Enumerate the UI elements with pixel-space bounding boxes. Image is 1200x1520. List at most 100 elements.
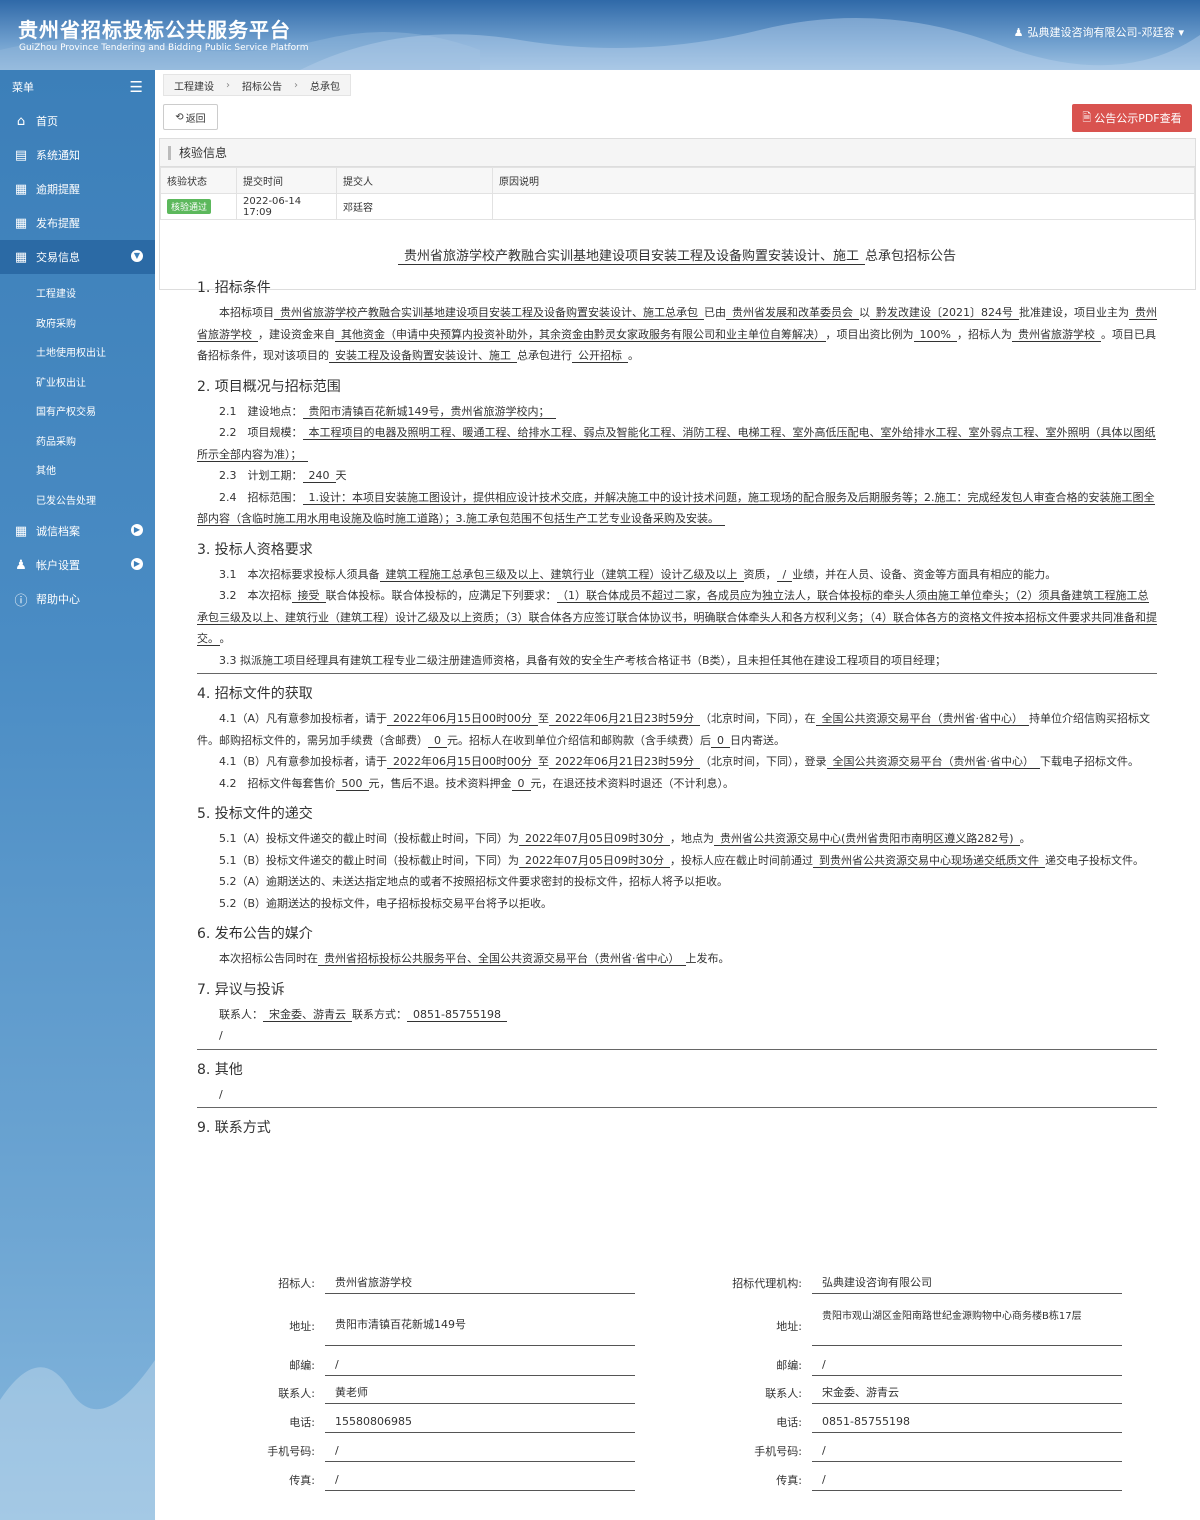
filled-value: 本工程项目的电器及照明工程、暖通工程、给排水工程、弱点及智能化工程、消防工程、电… bbox=[197, 426, 1156, 462]
breadcrumb-item[interactable]: 工程建设 bbox=[164, 78, 224, 93]
pdf-view-button[interactable]: 🗎 公告公示PDF查看 bbox=[1072, 104, 1192, 132]
filled-value: 2022年06月15日00时00分 bbox=[387, 712, 539, 726]
text-segment: 元，在退还技术资料时退还（不计利息）。 bbox=[530, 776, 735, 790]
breadcrumb-item[interactable]: 招标公告 bbox=[232, 78, 292, 93]
contact-label: 电话: bbox=[289, 1416, 315, 1429]
contact-value: / bbox=[812, 1354, 1122, 1376]
section-heading: 5. 投标文件的递交 bbox=[197, 806, 313, 822]
subitem-other[interactable]: 其他 bbox=[0, 455, 155, 485]
sidebar-item-home[interactable]: ⌂ 首页 bbox=[0, 104, 155, 138]
sidebar-item-account-settings[interactable]: ♟ 帐户设置 ▶ bbox=[0, 548, 155, 582]
contact-label: 联系人: bbox=[765, 1387, 802, 1400]
top-header: 贵州省招标投标公共服务平台 GuiZhou Province Tendering… bbox=[0, 0, 1200, 70]
filled-value: 全国公共资源交易平台（贵州省·省中心） bbox=[815, 712, 1029, 726]
contact-value: 宋金委、游青云 bbox=[812, 1382, 1122, 1404]
text-segment: ，地点为 bbox=[670, 832, 715, 845]
subitem-engineering[interactable]: 工程建设 bbox=[0, 278, 155, 308]
sidebar-item-label: 帮助中心 bbox=[36, 593, 80, 606]
filled-value: 安装工程及设备购置安装设计、施工 bbox=[329, 349, 517, 363]
sidebar-item-label: 系统通知 bbox=[36, 149, 80, 162]
user-menu[interactable]: ♟ 弘典建设咨询有限公司-邓廷容 ▾ bbox=[1014, 24, 1184, 40]
filled-value: 公开招标 bbox=[572, 349, 628, 363]
text-segment: 。 bbox=[219, 632, 231, 645]
text-segment: ，建设资金来自 bbox=[258, 327, 335, 341]
section-heading: 4. 招标文件的获取 bbox=[197, 686, 313, 702]
sidebar-landscape-decoration bbox=[0, 1360, 155, 1520]
text-segment: 2.1 建设地点： bbox=[219, 404, 303, 418]
contact-row: 地址: 贵阳市观山湖区金阳南路世纪金源购物中心商务楼B栋17层 bbox=[712, 1306, 1122, 1346]
filled-value: 240 bbox=[302, 469, 336, 483]
subitem-mining-rights[interactable]: 矿业权出让 bbox=[0, 367, 155, 397]
contact-label: 邮编: bbox=[289, 1359, 315, 1372]
contact-label: 地址: bbox=[776, 1320, 802, 1333]
sidebar-item-label: 帐户设置 bbox=[36, 559, 80, 572]
text-segment: 元，售后不退。技术资料押金 bbox=[368, 776, 512, 790]
contact-value: / bbox=[325, 1440, 635, 1462]
text-segment: 5.1（B）投标文件递交的截止时间（投标截止时间，下同）为 bbox=[219, 853, 520, 867]
subitem-state-property[interactable]: 国有产权交易 bbox=[0, 396, 155, 426]
breadcrumb-item[interactable]: 总承包 bbox=[300, 78, 350, 93]
contact-label: 招标代理机构: bbox=[732, 1277, 802, 1290]
filled-value: 接受 bbox=[291, 589, 326, 603]
sidebar-item-label: 首页 bbox=[36, 115, 58, 128]
contact-row: 传真: / bbox=[712, 1469, 1122, 1491]
notice-document: 贵州省旅游学校产教融合实训基地建设项目安装工程及设备购置安装设计、施工 总承包招标… bbox=[197, 246, 1157, 1142]
contact-label: 邮编: bbox=[776, 1359, 802, 1372]
section-paragraph: / bbox=[219, 1087, 223, 1101]
text-segment: 。 bbox=[628, 349, 639, 362]
filled-value: 贵阳市清镇百花新城149号，贵州省旅游学校内； bbox=[302, 404, 556, 419]
user-icon: ♟ bbox=[1013, 25, 1024, 39]
section-paragraph: 联系人： 宋金委、游青云 联系方式： 0851-85755198 bbox=[197, 1004, 1157, 1026]
section-heading: 2. 项目概况与招标范围 bbox=[197, 378, 341, 395]
text-segment: 至 bbox=[538, 755, 550, 768]
text-segment: （北京时间，下同），在 bbox=[700, 712, 816, 725]
sidebar-item-overdue[interactable]: ▦ 逾期提醒 bbox=[0, 172, 155, 206]
contact-row: 招标人: 贵州省旅游学校 bbox=[247, 1272, 635, 1294]
subitem-gov-procurement[interactable]: 政府采购 bbox=[0, 308, 155, 338]
chevron-right-icon: › bbox=[226, 79, 230, 91]
text-segment: 。 bbox=[1019, 832, 1031, 845]
col-time: 提交时间 bbox=[236, 167, 337, 194]
site-subtitle: GuiZhou Province Tendering and Bidding P… bbox=[19, 43, 309, 53]
text-segment: 上发布。 bbox=[685, 952, 730, 965]
sidebar-item-publish-reminder[interactable]: ▦ 发布提醒 bbox=[0, 206, 155, 240]
filled-value: 2022年06月21日23时59分 bbox=[549, 712, 700, 726]
subitem-drug-procurement[interactable]: 药品采购 bbox=[0, 426, 155, 456]
filled-value: 2022年07月05日09时30分 bbox=[519, 832, 671, 846]
sidebar-item-credit-archive[interactable]: ▦ 诚信档案 ▶ bbox=[0, 514, 155, 548]
divider bbox=[197, 673, 1157, 674]
notice-title: 贵州省旅游学校产教融合实训基地建设项目安装工程及设备购置安装设计、施工 总承包招标… bbox=[197, 246, 1157, 268]
contact-row: 地址: 贵阳市清镇百花新城149号 bbox=[247, 1306, 635, 1346]
contact-row: 联系人: 宋金委、游青云 bbox=[712, 1382, 1122, 1404]
newspaper-icon: ▦ bbox=[14, 249, 28, 265]
text-segment: 业绩，并在人员、设备、资金等方面具有相应的能力。 bbox=[792, 567, 1057, 581]
status-badge: 核验通过 bbox=[167, 199, 212, 214]
divider bbox=[197, 1048, 1157, 1050]
sidebar-item-trade-info[interactable]: ▦ 交易信息 ▼ bbox=[0, 240, 155, 274]
contact-label: 传真: bbox=[776, 1474, 802, 1487]
section-paragraph: 4.1（A）凡有意参加投标者，请于 2022年06月15日00时00分至 2022年… bbox=[197, 708, 1157, 751]
subitem-published-notices[interactable]: 已发公告处理 bbox=[0, 485, 155, 515]
monitor-icon: ▤ bbox=[14, 147, 28, 163]
hamburger-icon[interactable]: ☰ bbox=[130, 78, 143, 96]
back-button[interactable]: ⟲ 返回 bbox=[163, 104, 218, 130]
subitem-land-use[interactable]: 土地使用权出让 bbox=[0, 337, 155, 367]
newspaper-icon: ▦ bbox=[14, 215, 28, 231]
section-paragraph: 2.4 招标范围： 1.设计：本项目安装施工图设计，提供相应设计技术交底，并解决施… bbox=[197, 487, 1157, 530]
filled-value: 宋金委、游青云 bbox=[263, 1007, 352, 1022]
verify-title-bar: 核验信息 bbox=[160, 139, 1195, 167]
sidebar-item-help[interactable]: ⓘ 帮助中心 bbox=[0, 582, 155, 616]
contact-label: 地址: bbox=[289, 1320, 315, 1333]
text-segment: 总承包进行 bbox=[517, 349, 572, 362]
sidebar-item-system-notice[interactable]: ▤ 系统通知 bbox=[0, 138, 155, 172]
filled-value: 2022年06月21日23时59分 bbox=[549, 755, 701, 769]
contact-row: 传真: / bbox=[247, 1469, 635, 1491]
text-segment: 批准建设，项目业主为 bbox=[1019, 306, 1129, 319]
reason-cell bbox=[492, 193, 1195, 220]
section-heading: 3. 投标人资格要求 bbox=[197, 541, 313, 558]
section-heading: 1. 招标条件 bbox=[197, 280, 271, 296]
chevron-right-icon: › bbox=[294, 79, 298, 91]
verify-table: 核验状态 提交时间 提交人 原因说明 核验通过 2022-06-14 17:09… bbox=[160, 167, 1195, 220]
caret-down-icon: ▾ bbox=[1178, 25, 1184, 39]
section-paragraph: 4.1（B）凡有意参加投标者，请于 2022年06月15日00时00分至 2022年… bbox=[197, 751, 1157, 773]
